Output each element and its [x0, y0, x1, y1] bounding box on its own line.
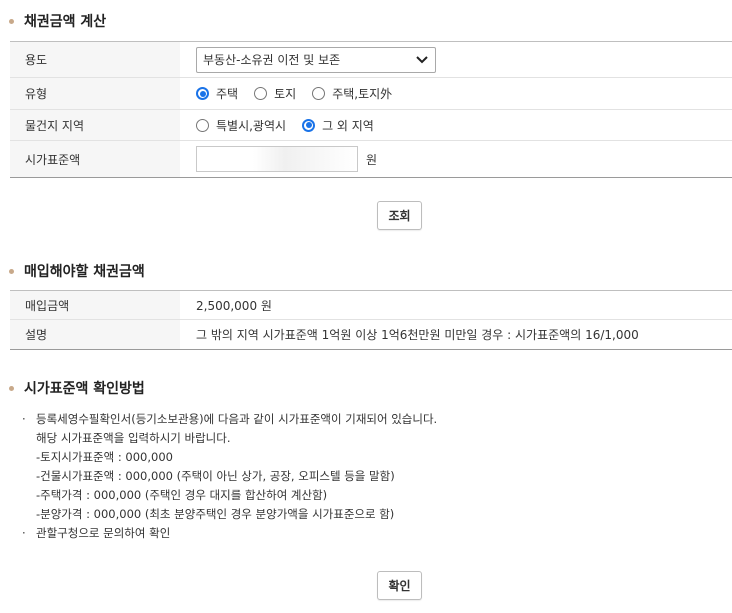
- method-notes: · 등록세영수필확인서(등기소보관용)에 다음과 같이 시가표준액이 기재되어 있…: [22, 410, 437, 543]
- result-title-text: 매입해야할 채권금액: [24, 264, 145, 280]
- note-item: · 등록세영수필확인서(등기소보관용)에 다음과 같이 시가표준액이 기재되어 있…: [22, 410, 437, 429]
- desc-row: 설명 그 밖의 지역 시가표준액 1억원 이상 1억6천만원 미만일 경우 : …: [10, 319, 732, 350]
- radio-checked-icon[interactable]: [302, 118, 316, 132]
- calc-form-table: 용도 부동산-소유권 이전 및 보존 유형 주택 토지 주택,토지外 물건지 지…: [10, 41, 732, 178]
- usage-row: 용도 부동산-소유권 이전 및 보존: [10, 41, 732, 78]
- desc-value: 그 밖의 지역 시가표준액 1억원 이상 1억6천만원 미만일 경우 : 시가표…: [196, 328, 639, 342]
- chevron-down-icon: [416, 55, 428, 63]
- confirm-button[interactable]: 확인: [377, 571, 422, 600]
- bullet-icon: ·: [22, 526, 26, 540]
- type-option-land[interactable]: 토지: [254, 85, 296, 102]
- location-radio-group: 특별시,광역시 그 외 지역: [196, 117, 732, 134]
- location-label: 물건지 지역: [10, 109, 180, 141]
- radio-unchecked-icon[interactable]: [254, 87, 268, 100]
- location-option-other-label: 그 외 지역: [322, 118, 374, 133]
- price-label: 시가표준액: [10, 140, 180, 178]
- calc-section-title: 채권금액 계산: [9, 11, 106, 31]
- note-subline: -토지시가표준액 : 000,000: [36, 450, 173, 464]
- result-section-title: 매입해야할 채권금액: [9, 261, 145, 281]
- note-text: 등록세영수필확인서(등기소보관용)에 다음과 같이 시가표준액이 기재되어 있습…: [36, 412, 438, 426]
- type-radio-group: 주택 토지 주택,토지外: [196, 85, 732, 102]
- method-title-text: 시가표준액 확인방법: [24, 381, 145, 397]
- price-unit: 원: [366, 152, 378, 167]
- note-subline: -분양가격 : 000,000 (최초 분양주택인 경우 분양가액을 시가표준으…: [36, 507, 395, 521]
- desc-label: 설명: [10, 319, 180, 350]
- note-subline: -건물시가표준액 : 000,000 (주택이 아닌 상가, 공장, 오피스텔 …: [36, 469, 395, 483]
- amount-label: 매입금액: [10, 290, 180, 320]
- type-label: 유형: [10, 77, 180, 110]
- usage-select-value: 부동산-소유권 이전 및 보존: [203, 53, 341, 67]
- type-option-other-label: 주택,토지外: [332, 87, 393, 101]
- method-section-title: 시가표준액 확인방법: [9, 378, 145, 398]
- usage-label: 용도: [10, 41, 180, 78]
- type-option-land-label: 토지: [274, 87, 297, 101]
- note-subline: -주택가격 : 000,000 (주택인 경우 대지를 합산하여 계산함): [36, 488, 328, 502]
- note-subline: 해당 시가표준액을 입력하시기 바랍니다.: [36, 431, 231, 445]
- amount-value: 2,500,000 원: [180, 290, 732, 320]
- result-table: 매입금액 2,500,000 원 설명 그 밖의 지역 시가표준액 1억원 이상…: [10, 290, 732, 350]
- location-row: 물건지 지역 특별시,광역시 그 외 지역: [10, 109, 732, 141]
- price-input[interactable]: [196, 146, 358, 172]
- bullet-dot-icon: [9, 18, 14, 24]
- location-option-metro[interactable]: 특별시,광역시: [196, 117, 286, 134]
- note-text: 관할구청으로 문의하여 확인: [36, 526, 171, 540]
- radio-checked-icon[interactable]: [196, 87, 209, 100]
- type-option-other[interactable]: 주택,토지外: [312, 85, 392, 102]
- type-option-house[interactable]: 주택: [196, 85, 238, 102]
- bullet-dot-icon: [9, 268, 14, 274]
- radio-unchecked-icon[interactable]: [196, 118, 209, 132]
- query-button[interactable]: 조회: [377, 201, 422, 230]
- calc-title-text: 채권금액 계산: [24, 14, 107, 30]
- location-option-other[interactable]: 그 외 지역: [302, 117, 374, 134]
- price-row: 시가표준액 원: [10, 140, 732, 178]
- note-item: · 관할구청으로 문의하여 확인: [22, 524, 437, 543]
- bullet-icon: ·: [22, 412, 26, 426]
- bullet-dot-icon: [9, 385, 14, 391]
- type-row: 유형 주택 토지 주택,토지外: [10, 77, 732, 110]
- type-option-house-label: 주택: [216, 87, 239, 101]
- radio-unchecked-icon[interactable]: [312, 87, 326, 100]
- amount-row: 매입금액 2,500,000 원: [10, 290, 732, 320]
- usage-select[interactable]: 부동산-소유권 이전 및 보존: [196, 46, 436, 73]
- location-option-metro-label: 특별시,광역시: [216, 118, 287, 133]
